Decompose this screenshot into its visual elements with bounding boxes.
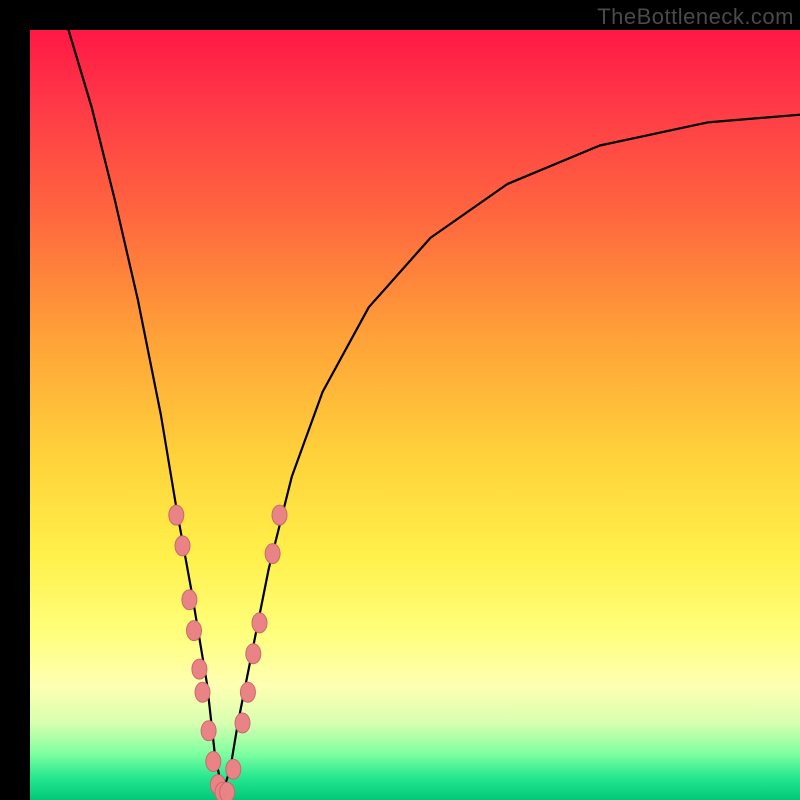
data-point xyxy=(195,682,210,702)
chart-overlay xyxy=(30,30,800,800)
data-point xyxy=(175,536,190,556)
data-point xyxy=(235,713,250,733)
data-point xyxy=(272,505,287,525)
data-point xyxy=(226,759,241,779)
data-point xyxy=(187,621,202,641)
data-point xyxy=(182,590,197,610)
data-point xyxy=(265,544,280,564)
data-point xyxy=(206,752,221,772)
data-point xyxy=(220,782,235,800)
bottleneck-curve xyxy=(69,30,800,792)
data-point xyxy=(240,682,255,702)
data-point xyxy=(252,613,267,633)
data-point xyxy=(169,505,184,525)
chart-frame: TheBottleneck.com xyxy=(0,0,800,800)
watermark-text: TheBottleneck.com xyxy=(597,4,794,30)
data-point-markers xyxy=(169,505,287,800)
data-point xyxy=(192,659,207,679)
data-point xyxy=(201,721,216,741)
data-point xyxy=(246,644,261,664)
